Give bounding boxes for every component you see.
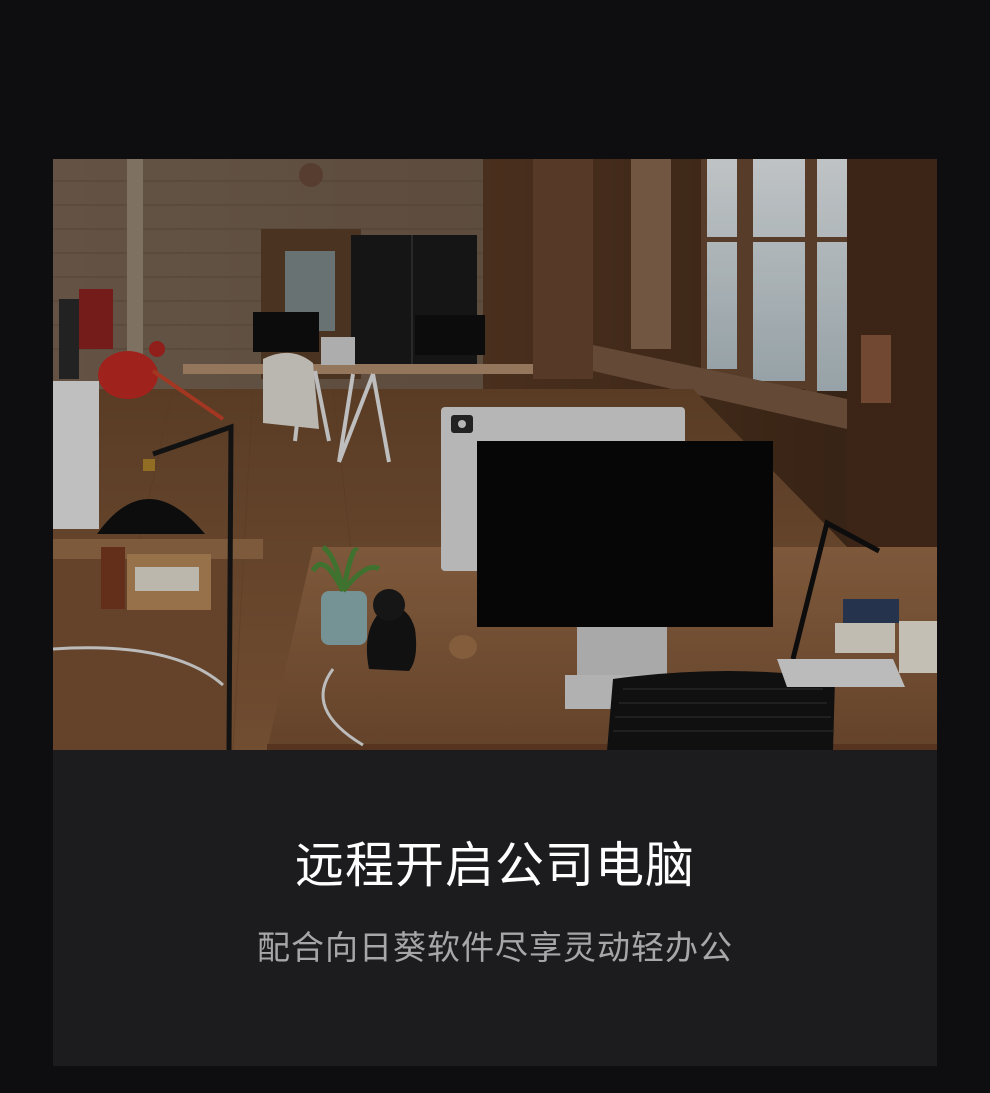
banner-title: 远程开启公司电脑: [294, 837, 695, 894]
office-photo: [53, 159, 937, 750]
feature-card: 远程开启公司电脑 配合向日葵软件尽享灵动轻办公: [53, 159, 937, 1066]
banner-subtitle: 配合向日葵软件尽享灵动轻办公: [257, 928, 733, 967]
caption-area: 远程开启公司电脑 配合向日葵软件尽享灵动轻办公: [53, 750, 937, 1066]
